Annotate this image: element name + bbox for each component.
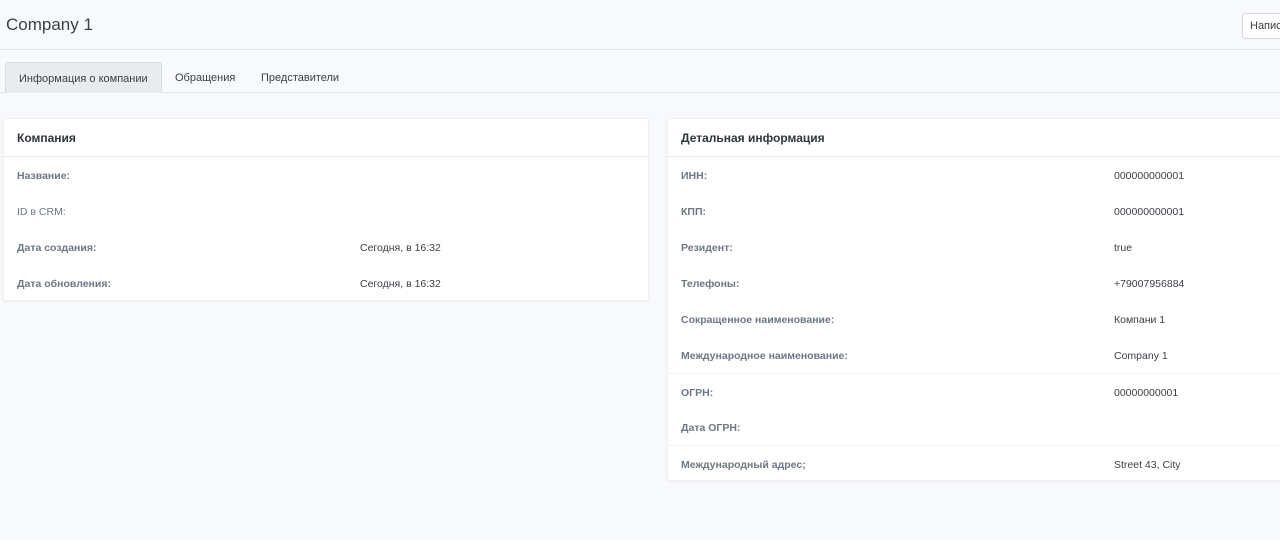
tab-requests[interactable]: Обращения <box>162 62 248 93</box>
short-name-value: Компани 1 <box>1114 314 1166 326</box>
phones-label: Телефоны: <box>681 278 740 290</box>
company-row-updated: Дата обновления: Сегодня, в 16:32 <box>4 265 648 301</box>
page-header: Company 1 Написать <box>0 0 1280 50</box>
company-name-label: Название: <box>17 170 71 182</box>
company-row-name: Название: <box>4 157 648 193</box>
company-card: Компания Название: ID в CRM: Дата создан… <box>3 118 649 301</box>
details-row-ogrn-date: Дата ОГРН: <box>668 409 1280 445</box>
details-row-phones: Телефоны: +79007956884 <box>668 265 1280 301</box>
intl-name-value: Company 1 <box>1114 350 1168 362</box>
details-row-short-name: Сокращенное наименование: Компани 1 <box>668 301 1280 337</box>
created-date-label: Дата создания: <box>17 242 97 254</box>
intl-address-label: Международный адрес; <box>681 459 806 471</box>
details-row-kpp: КПП: 000000000001 <box>668 193 1280 229</box>
details-card: Детальная информация ИНН: 000000000001 К… <box>667 118 1280 481</box>
company-row-created: Дата создания: Сегодня, в 16:32 <box>4 229 648 265</box>
details-row-inn: ИНН: 000000000001 <box>668 157 1280 193</box>
kpp-label: КПП: <box>681 206 706 218</box>
intl-name-label: Международное наименование: <box>681 350 848 362</box>
details-row-resident: Резидент: true <box>668 229 1280 265</box>
intl-address-value: Street 43, City <box>1114 459 1181 471</box>
write-button[interactable]: Написать <box>1242 13 1280 39</box>
kpp-value: 000000000001 <box>1114 206 1185 218</box>
inn-value: 000000000001 <box>1114 170 1185 182</box>
details-card-title: Детальная информация <box>668 119 1280 157</box>
inn-label: ИНН: <box>681 170 708 182</box>
resident-value: true <box>1114 242 1133 254</box>
updated-date-value: Сегодня, в 16:32 <box>360 278 441 290</box>
resident-label: Резидент: <box>681 242 733 254</box>
ogrn-label: ОГРН: <box>681 387 714 399</box>
crm-id-label: ID в CRM: <box>17 206 66 218</box>
created-date-value: Сегодня, в 16:32 <box>360 242 441 254</box>
tab-representatives[interactable]: Представители <box>248 62 352 93</box>
company-row-crm-id: ID в CRM: <box>4 193 648 229</box>
details-row-ogrn: ОГРН: 00000000001 <box>668 373 1280 409</box>
tab-company-info[interactable]: Информация о компании <box>5 62 162 93</box>
details-row-intl-name: Международное наименование: Company 1 <box>668 337 1280 373</box>
page-title: Company 1 <box>6 15 93 34</box>
ogrn-date-label: Дата ОГРН: <box>681 422 741 434</box>
ogrn-value: 00000000001 <box>1114 387 1179 399</box>
updated-date-label: Дата обновления: <box>17 278 111 290</box>
tab-bar: Информация о компании Обращения Представ… <box>0 50 1280 93</box>
details-row-intl-address: Международный адрес; Street 43, City <box>668 445 1280 481</box>
phones-value: +79007956884 <box>1114 278 1185 290</box>
company-card-title: Компания <box>4 119 648 157</box>
short-name-label: Сокращенное наименование: <box>681 314 835 326</box>
